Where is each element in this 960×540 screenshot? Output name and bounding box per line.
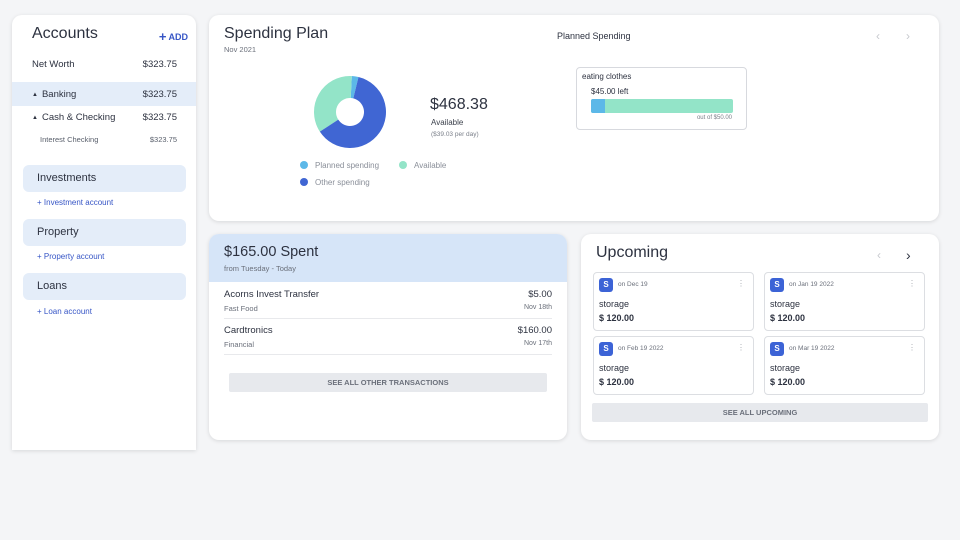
upcoming-amount: $ 120.00 (770, 377, 806, 387)
chevron-right-icon[interactable]: › (906, 247, 911, 263)
budget-total: out of $50.00 (696, 115, 732, 121)
transaction-category: Financial (224, 340, 255, 349)
spent-title: $165.00 Spent (224, 244, 319, 260)
interest-checking-value: $323.75 (149, 135, 177, 144)
caret-up-icon: ▲ (32, 115, 38, 121)
net-worth-row[interactable]: Net Worth $323.75 (12, 52, 196, 76)
transaction-amount: $160.00 (517, 325, 552, 336)
legend-planned: Planned spending (300, 161, 379, 170)
legend-available-label: Available (414, 161, 447, 170)
add-account-button[interactable]: + ADD (159, 29, 188, 44)
transaction-date: Nov 17th (523, 340, 552, 347)
upcoming-name: storage (770, 363, 801, 373)
legend-available: Available (399, 161, 446, 170)
available-per-day: ($39.03 per day) (431, 131, 479, 138)
more-options-icon[interactable]: ⋮ (908, 279, 916, 288)
see-all-transactions-button[interactable]: SEE ALL OTHER TRANSACTIONS (229, 373, 547, 392)
upcoming-amount: $ 120.00 (770, 313, 806, 323)
transaction-row[interactable]: Cardtronics Financial $160.00 Nov 17th (224, 319, 552, 355)
upcoming-date: on Mar 19 2022 (789, 345, 835, 352)
storage-badge-icon: S (599, 278, 613, 292)
banking-row[interactable]: ▲ Banking $323.75 (12, 82, 196, 106)
accounts-sidebar: Accounts + ADD Net Worth $323.75 ▲ Banking… (12, 15, 196, 450)
more-options-icon[interactable]: ⋮ (737, 279, 745, 288)
caret-up-icon: ▲ (32, 92, 38, 98)
more-options-icon[interactable]: ⋮ (908, 343, 916, 352)
upcoming-amount: $ 120.00 (599, 313, 635, 323)
add-loan-account-link[interactable]: + Loan account (37, 307, 92, 316)
spending-donut-chart (314, 76, 386, 148)
property-group[interactable]: Property (23, 219, 186, 246)
interest-checking-label: Interest Checking (40, 135, 99, 144)
upcoming-item[interactable]: S on Feb 19 2022 ⋮ storage $ 120.00 (593, 336, 754, 395)
upcoming-name: storage (599, 299, 630, 309)
interest-checking-row[interactable]: Interest Checking $323.75 (12, 128, 196, 152)
budget-progress-bar (591, 99, 733, 113)
budget-left: $45.00 left (591, 87, 629, 96)
upcoming-name: storage (770, 299, 801, 309)
cash-checking-row[interactable]: ▲ Cash & Checking $323.75 (12, 105, 196, 129)
cash-checking-value: $323.75 (142, 112, 177, 123)
property-label: Property (37, 226, 79, 238)
budget-progress-fill (591, 99, 606, 113)
add-investment-account-link[interactable]: + Investment account (37, 198, 113, 207)
upcoming-item[interactable]: S on Dec 19 ⋮ storage $ 120.00 (593, 272, 754, 331)
transaction-date: Nov 18th (523, 304, 552, 311)
available-label: Available (431, 118, 464, 127)
add-label: ADD (168, 32, 189, 42)
plan-month: Nov 2021 (224, 45, 257, 54)
transaction-name: Cardtronics (224, 325, 273, 336)
transaction-category: Fast Food (224, 304, 258, 313)
add-property-account-link[interactable]: + Property account (37, 252, 104, 261)
transaction-row[interactable]: Acorns Invest Transfer Fast Food $5.00 N… (224, 283, 552, 319)
chevron-left-icon[interactable]: ‹ (876, 29, 880, 43)
accounts-header: Accounts + ADD (32, 25, 188, 49)
legend-dot-icon (399, 161, 407, 169)
planned-spending-title: Planned Spending (557, 31, 631, 41)
storage-badge-icon: S (770, 278, 784, 292)
banking-label: Banking (41, 89, 77, 100)
upcoming-title: Upcoming (596, 244, 669, 261)
spent-card: $165.00 Spent from Tuesday - Today Acorn… (209, 234, 567, 440)
investments-group[interactable]: Investments (23, 165, 186, 192)
budget-card[interactable]: eating clothes $45.00 left out of $50.00 (576, 67, 747, 130)
upcoming-amount: $ 120.00 (599, 377, 635, 387)
legend-other: Other spending (300, 178, 370, 187)
cash-checking-label: Cash & Checking (41, 112, 116, 123)
upcoming-name: storage (599, 363, 630, 373)
plus-icon: + (158, 29, 167, 44)
available-amount: $468.38 (430, 96, 488, 113)
spending-plan-card: Spending Plan Nov 2021 Planned Spending … (209, 15, 939, 221)
net-worth-label: Net Worth (32, 59, 75, 70)
see-all-upcoming-button[interactable]: SEE ALL UPCOMING (592, 403, 928, 422)
storage-badge-icon: S (770, 342, 784, 356)
upcoming-date: on Feb 19 2022 (618, 345, 664, 352)
transaction-name: Acorns Invest Transfer (224, 289, 320, 300)
legend-dot-icon (300, 161, 308, 169)
spent-subtitle: from Tuesday - Today (224, 264, 296, 273)
chevron-right-icon[interactable]: › (906, 29, 910, 43)
legend-other-label: Other spending (315, 178, 370, 187)
upcoming-card: Upcoming ‹ › S on Dec 19 ⋮ storage $ 120… (581, 234, 939, 440)
budget-name: eating clothes (582, 72, 632, 81)
transaction-amount: $5.00 (528, 289, 552, 300)
spent-header: $165.00 Spent from Tuesday - Today (209, 234, 567, 282)
investments-label: Investments (37, 172, 97, 184)
chevron-left-icon[interactable]: ‹ (877, 248, 881, 262)
more-options-icon[interactable]: ⋮ (737, 343, 745, 352)
banking-value: $323.75 (142, 89, 177, 100)
upcoming-date: on Dec 19 (618, 281, 648, 288)
loans-group[interactable]: Loans (23, 273, 186, 300)
legend-dot-icon (300, 178, 308, 186)
net-worth-value: $323.75 (142, 59, 177, 70)
loans-label: Loans (37, 280, 67, 292)
upcoming-item[interactable]: S on Mar 19 2022 ⋮ storage $ 120.00 (764, 336, 925, 395)
upcoming-item[interactable]: S on Jan 19 2022 ⋮ storage $ 120.00 (764, 272, 925, 331)
storage-badge-icon: S (599, 342, 613, 356)
spending-plan-title: Spending Plan (224, 25, 329, 42)
upcoming-date: on Jan 19 2022 (789, 281, 834, 288)
accounts-title: Accounts (32, 25, 98, 42)
legend-planned-label: Planned spending (315, 161, 380, 170)
